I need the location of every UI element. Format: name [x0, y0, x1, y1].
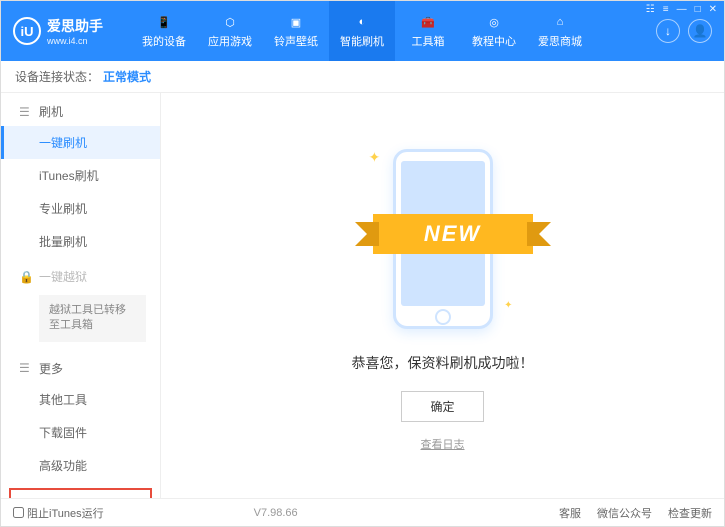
sidebar-item-other[interactable]: 其他工具 — [1, 383, 160, 416]
star-icon: ✦ — [369, 149, 381, 166]
header-actions: ↓ 👤 — [656, 19, 712, 43]
options-box: 自动激活 跳过向导 — [9, 488, 152, 498]
book-icon: ◎ — [485, 13, 503, 31]
version-label: V7.98.66 — [254, 507, 298, 519]
minimize-icon[interactable]: — — [677, 4, 687, 15]
user-button[interactable]: 👤 — [688, 19, 712, 43]
image-icon: ▣ — [287, 13, 305, 31]
app-header: ☷ ≡ — □ ✕ iU 爱思助手 www.i4.cn 📱我的设备 ⬡应用游戏 … — [1, 1, 724, 61]
sidebar-item-download[interactable]: 下载固件 — [1, 416, 160, 449]
lock-icon: 🔒 — [19, 270, 33, 284]
nav-ringtones[interactable]: ▣铃声壁纸 — [263, 1, 329, 61]
main-content: NEW ✦ ✦ 恭喜您，保资料刷机成功啦！ 确定 查看日志 — [161, 93, 724, 498]
nav-apps[interactable]: ⬡应用游戏 — [197, 1, 263, 61]
success-illustration: NEW ✦ ✦ — [383, 139, 503, 339]
phone-icon: 📱 — [155, 13, 173, 31]
sidebar: ☰刷机 一键刷机 iTunes刷机 专业刷机 批量刷机 🔒一键越狱 越狱工具已转… — [1, 93, 161, 498]
sidebar-item-oneclick[interactable]: 一键刷机 — [1, 126, 160, 159]
footer-update[interactable]: 检查更新 — [668, 505, 712, 521]
download-button[interactable]: ↓ — [656, 19, 680, 43]
sidebar-item-advanced[interactable]: 高级功能 — [1, 449, 160, 482]
logo-badge: iU — [13, 17, 41, 45]
footer-support[interactable]: 客服 — [559, 505, 581, 521]
store-icon: ⌂ — [551, 13, 569, 31]
main-nav: 📱我的设备 ⬡应用游戏 ▣铃声壁纸 ◐智能刷机 🧰工具箱 ◎教程中心 ⌂爱思商城 — [131, 1, 593, 61]
menu-icon: ☰ — [19, 105, 33, 119]
nav-tutorials[interactable]: ◎教程中心 — [461, 1, 527, 61]
star-icon: ✦ — [504, 300, 512, 311]
view-log-link[interactable]: 查看日志 — [421, 436, 465, 452]
sidebar-item-pro[interactable]: 专业刷机 — [1, 192, 160, 225]
logo: iU 爱思助手 www.i4.cn — [13, 16, 103, 46]
nav-store[interactable]: ⌂爱思商城 — [527, 1, 593, 61]
nav-my-device[interactable]: 📱我的设备 — [131, 1, 197, 61]
close-icon[interactable]: ✕ — [709, 4, 717, 15]
apps-icon: ⬡ — [221, 13, 239, 31]
maximize-icon[interactable]: □ — [695, 4, 701, 15]
nav-flash[interactable]: ◐智能刷机 — [329, 1, 395, 61]
status-label: 设备连接状态： — [15, 68, 99, 85]
sidebar-item-batch[interactable]: 批量刷机 — [1, 225, 160, 258]
toolbox-icon: 🧰 — [419, 13, 437, 31]
menu-icon: ☰ — [19, 361, 33, 375]
footer-wechat[interactable]: 微信公众号 — [597, 505, 652, 521]
window-controls: ☷ ≡ — □ ✕ — [646, 4, 717, 15]
logo-subtitle: www.i4.cn — [47, 36, 103, 46]
sidebar-section-more[interactable]: ☰更多 — [1, 350, 160, 383]
settings-icon[interactable]: ≡ — [663, 4, 669, 15]
status-bar: 设备连接状态： 正常模式 — [1, 61, 724, 93]
jailbreak-note: 越狱工具已转移至工具箱 — [39, 295, 146, 342]
logo-title: 爱思助手 — [47, 16, 103, 36]
sidebar-section-jailbreak: 🔒一键越狱 — [1, 258, 160, 291]
status-value: 正常模式 — [103, 68, 151, 85]
sidebar-item-itunes[interactable]: iTunes刷机 — [1, 159, 160, 192]
footer: 阻止iTunes运行 V7.98.66 客服 微信公众号 检查更新 — [1, 498, 724, 526]
success-message: 恭喜您，保资料刷机成功啦！ — [352, 353, 534, 373]
new-ribbon: NEW — [373, 214, 533, 254]
nav-toolbox[interactable]: 🧰工具箱 — [395, 1, 461, 61]
cart-icon[interactable]: ☷ — [646, 4, 655, 15]
ok-button[interactable]: 确定 — [401, 391, 483, 422]
sidebar-section-flash[interactable]: ☰刷机 — [1, 93, 160, 126]
flash-icon: ◐ — [353, 13, 371, 31]
block-itunes-checkbox[interactable]: 阻止iTunes运行 — [13, 505, 104, 521]
